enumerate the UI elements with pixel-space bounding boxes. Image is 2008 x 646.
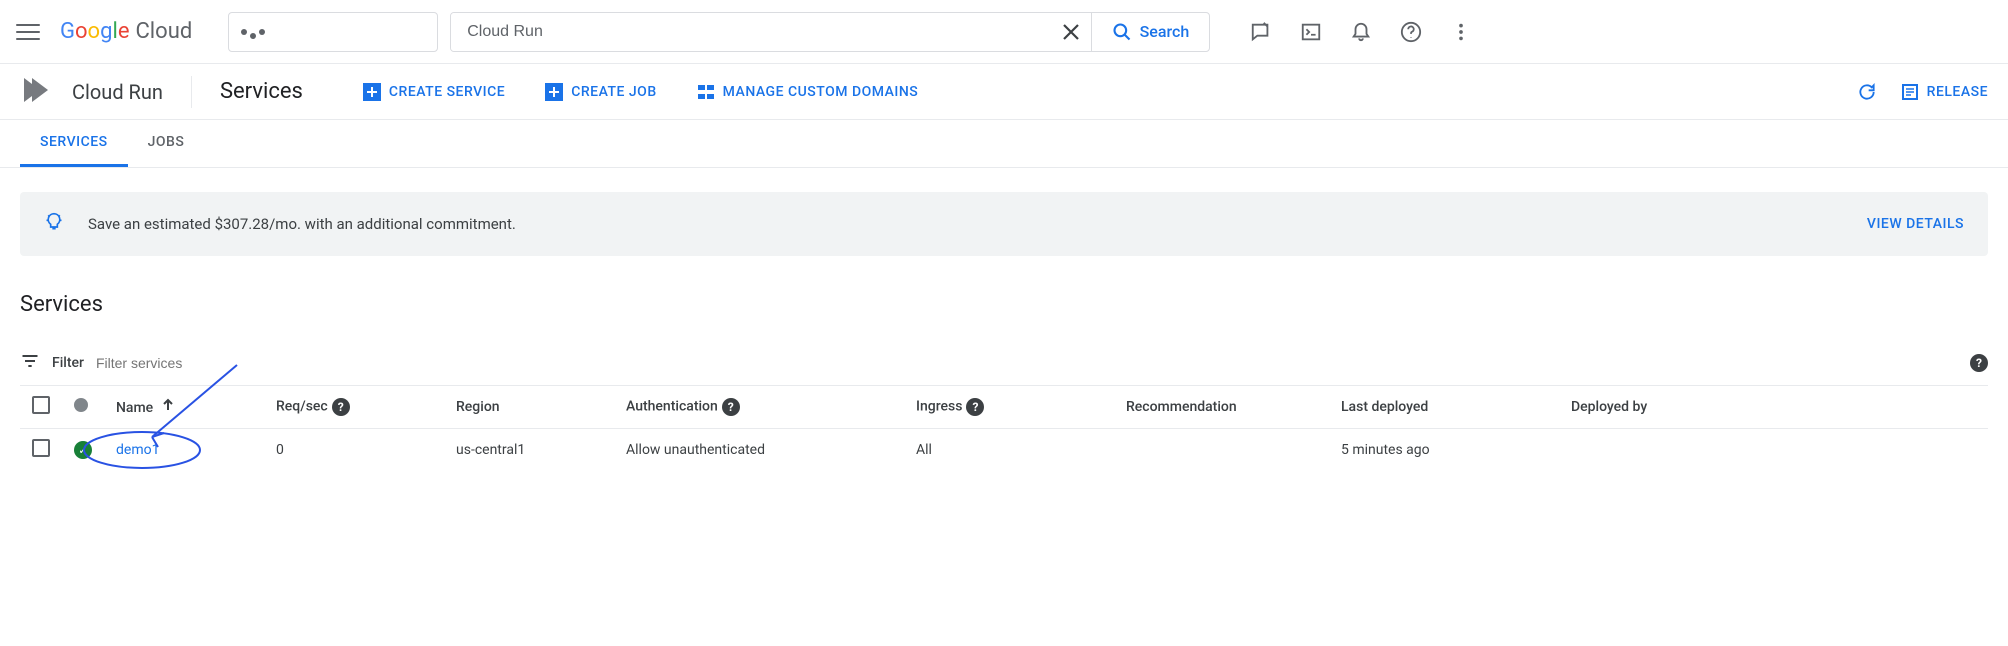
- page-heading: Services: [220, 79, 303, 104]
- create-job-button[interactable]: CREATE JOB: [545, 83, 656, 101]
- service-name-link[interactable]: demo1: [116, 442, 159, 458]
- help-icon[interactable]: [1400, 21, 1422, 43]
- cell-last-deployed: 5 minutes ago: [1329, 429, 1559, 472]
- filter-icon: [20, 351, 40, 375]
- search-input[interactable]: [451, 13, 1050, 51]
- banner-view-details-link[interactable]: VIEW DETAILS: [1867, 216, 1964, 232]
- table-header-row: Name Req/sec? Region Authentication? Ing…: [20, 386, 1988, 429]
- services-table: Name Req/sec? Region Authentication? Ing…: [20, 385, 1988, 471]
- col-recommendation[interactable]: Recommendation: [1114, 386, 1329, 429]
- chat-icon[interactable]: [1250, 21, 1272, 43]
- google-cloud-logo[interactable]: Google Cloud: [60, 19, 192, 44]
- col-ingress[interactable]: Ingress?: [904, 386, 1114, 429]
- cell-deployed-by: [1559, 429, 1988, 472]
- table-row[interactable]: ✓ demo1 0 us-central1 Allow unauthentica…: [20, 429, 1988, 472]
- release-notes-button[interactable]: RELEASE: [1901, 83, 1988, 101]
- cloud-run-icon: [20, 72, 56, 112]
- cloud-shell-icon[interactable]: [1300, 21, 1322, 43]
- banner-text: Save an estimated $307.28/mo. with an ad…: [88, 215, 1867, 233]
- sub-header: Cloud Run Services CREATE SERVICE CREATE…: [0, 64, 2008, 120]
- auth-help-icon[interactable]: ?: [722, 398, 740, 416]
- col-deployed-by[interactable]: Deployed by: [1559, 386, 1988, 429]
- notes-icon: [1901, 83, 1919, 101]
- logo-cloud-text: Cloud: [135, 19, 192, 44]
- filter-help-icon[interactable]: ?: [1970, 354, 1988, 372]
- filter-input[interactable]: [96, 355, 1954, 371]
- manage-domains-button[interactable]: MANAGE CUSTOM DOMAINS: [697, 83, 919, 101]
- search-button-label: Search: [1140, 22, 1190, 41]
- hamburger-menu-icon[interactable]: [16, 20, 40, 44]
- col-req[interactable]: Req/sec?: [264, 386, 444, 429]
- product-name: Cloud Run: [72, 80, 163, 104]
- status-ok-icon: ✓: [74, 441, 92, 459]
- sort-ascending-icon: [161, 400, 175, 416]
- plus-icon: [363, 83, 381, 101]
- req-help-icon[interactable]: ?: [332, 398, 350, 416]
- cell-ingress: All: [904, 429, 1114, 472]
- plus-icon: [545, 83, 563, 101]
- divider: [191, 76, 192, 108]
- create-service-button[interactable]: CREATE SERVICE: [363, 83, 505, 101]
- search-container: Search: [450, 12, 1210, 52]
- search-clear-icon[interactable]: [1051, 12, 1091, 52]
- status-header-icon: [74, 398, 88, 412]
- col-region[interactable]: Region: [444, 386, 614, 429]
- tab-services[interactable]: SERVICES: [20, 120, 128, 167]
- more-icon[interactable]: [1450, 21, 1472, 43]
- select-all-checkbox[interactable]: [32, 396, 50, 414]
- filter-row: Filter ?: [20, 341, 1988, 385]
- release-label: RELEASE: [1927, 84, 1988, 100]
- create-job-label: CREATE JOB: [571, 84, 656, 100]
- create-service-label: CREATE SERVICE: [389, 84, 505, 100]
- search-button[interactable]: Search: [1091, 13, 1210, 51]
- row-checkbox[interactable]: [32, 439, 50, 457]
- cell-region: us-central1: [444, 429, 614, 472]
- col-last-deployed[interactable]: Last deployed: [1329, 386, 1559, 429]
- domains-icon: [697, 83, 715, 101]
- content: Save an estimated $307.28/mo. with an ad…: [0, 168, 2008, 495]
- lightbulb-icon: [44, 212, 64, 236]
- col-name-label: Name: [116, 400, 153, 416]
- ingress-help-icon[interactable]: ?: [966, 398, 984, 416]
- header-icons: [1250, 21, 1472, 43]
- section-title: Services: [20, 292, 1988, 317]
- tabs: SERVICES JOBS: [0, 120, 2008, 168]
- col-auth[interactable]: Authentication?: [614, 386, 904, 429]
- refresh-icon[interactable]: [1857, 82, 1877, 102]
- project-selector[interactable]: [228, 12, 438, 52]
- project-dots-icon: [241, 29, 265, 35]
- col-name[interactable]: Name: [104, 386, 264, 429]
- cell-req: 0: [264, 429, 444, 472]
- notifications-icon[interactable]: [1350, 21, 1372, 43]
- cell-recommendation: [1114, 429, 1329, 472]
- search-icon: [1112, 22, 1132, 42]
- cell-auth: Allow unauthenticated: [614, 429, 904, 472]
- savings-banner: Save an estimated $307.28/mo. with an ad…: [20, 192, 1988, 256]
- tab-jobs[interactable]: JOBS: [128, 120, 205, 167]
- manage-domains-label: MANAGE CUSTOM DOMAINS: [723, 84, 919, 100]
- filter-label: Filter: [52, 355, 84, 371]
- top-header: Google Cloud Search: [0, 0, 2008, 64]
